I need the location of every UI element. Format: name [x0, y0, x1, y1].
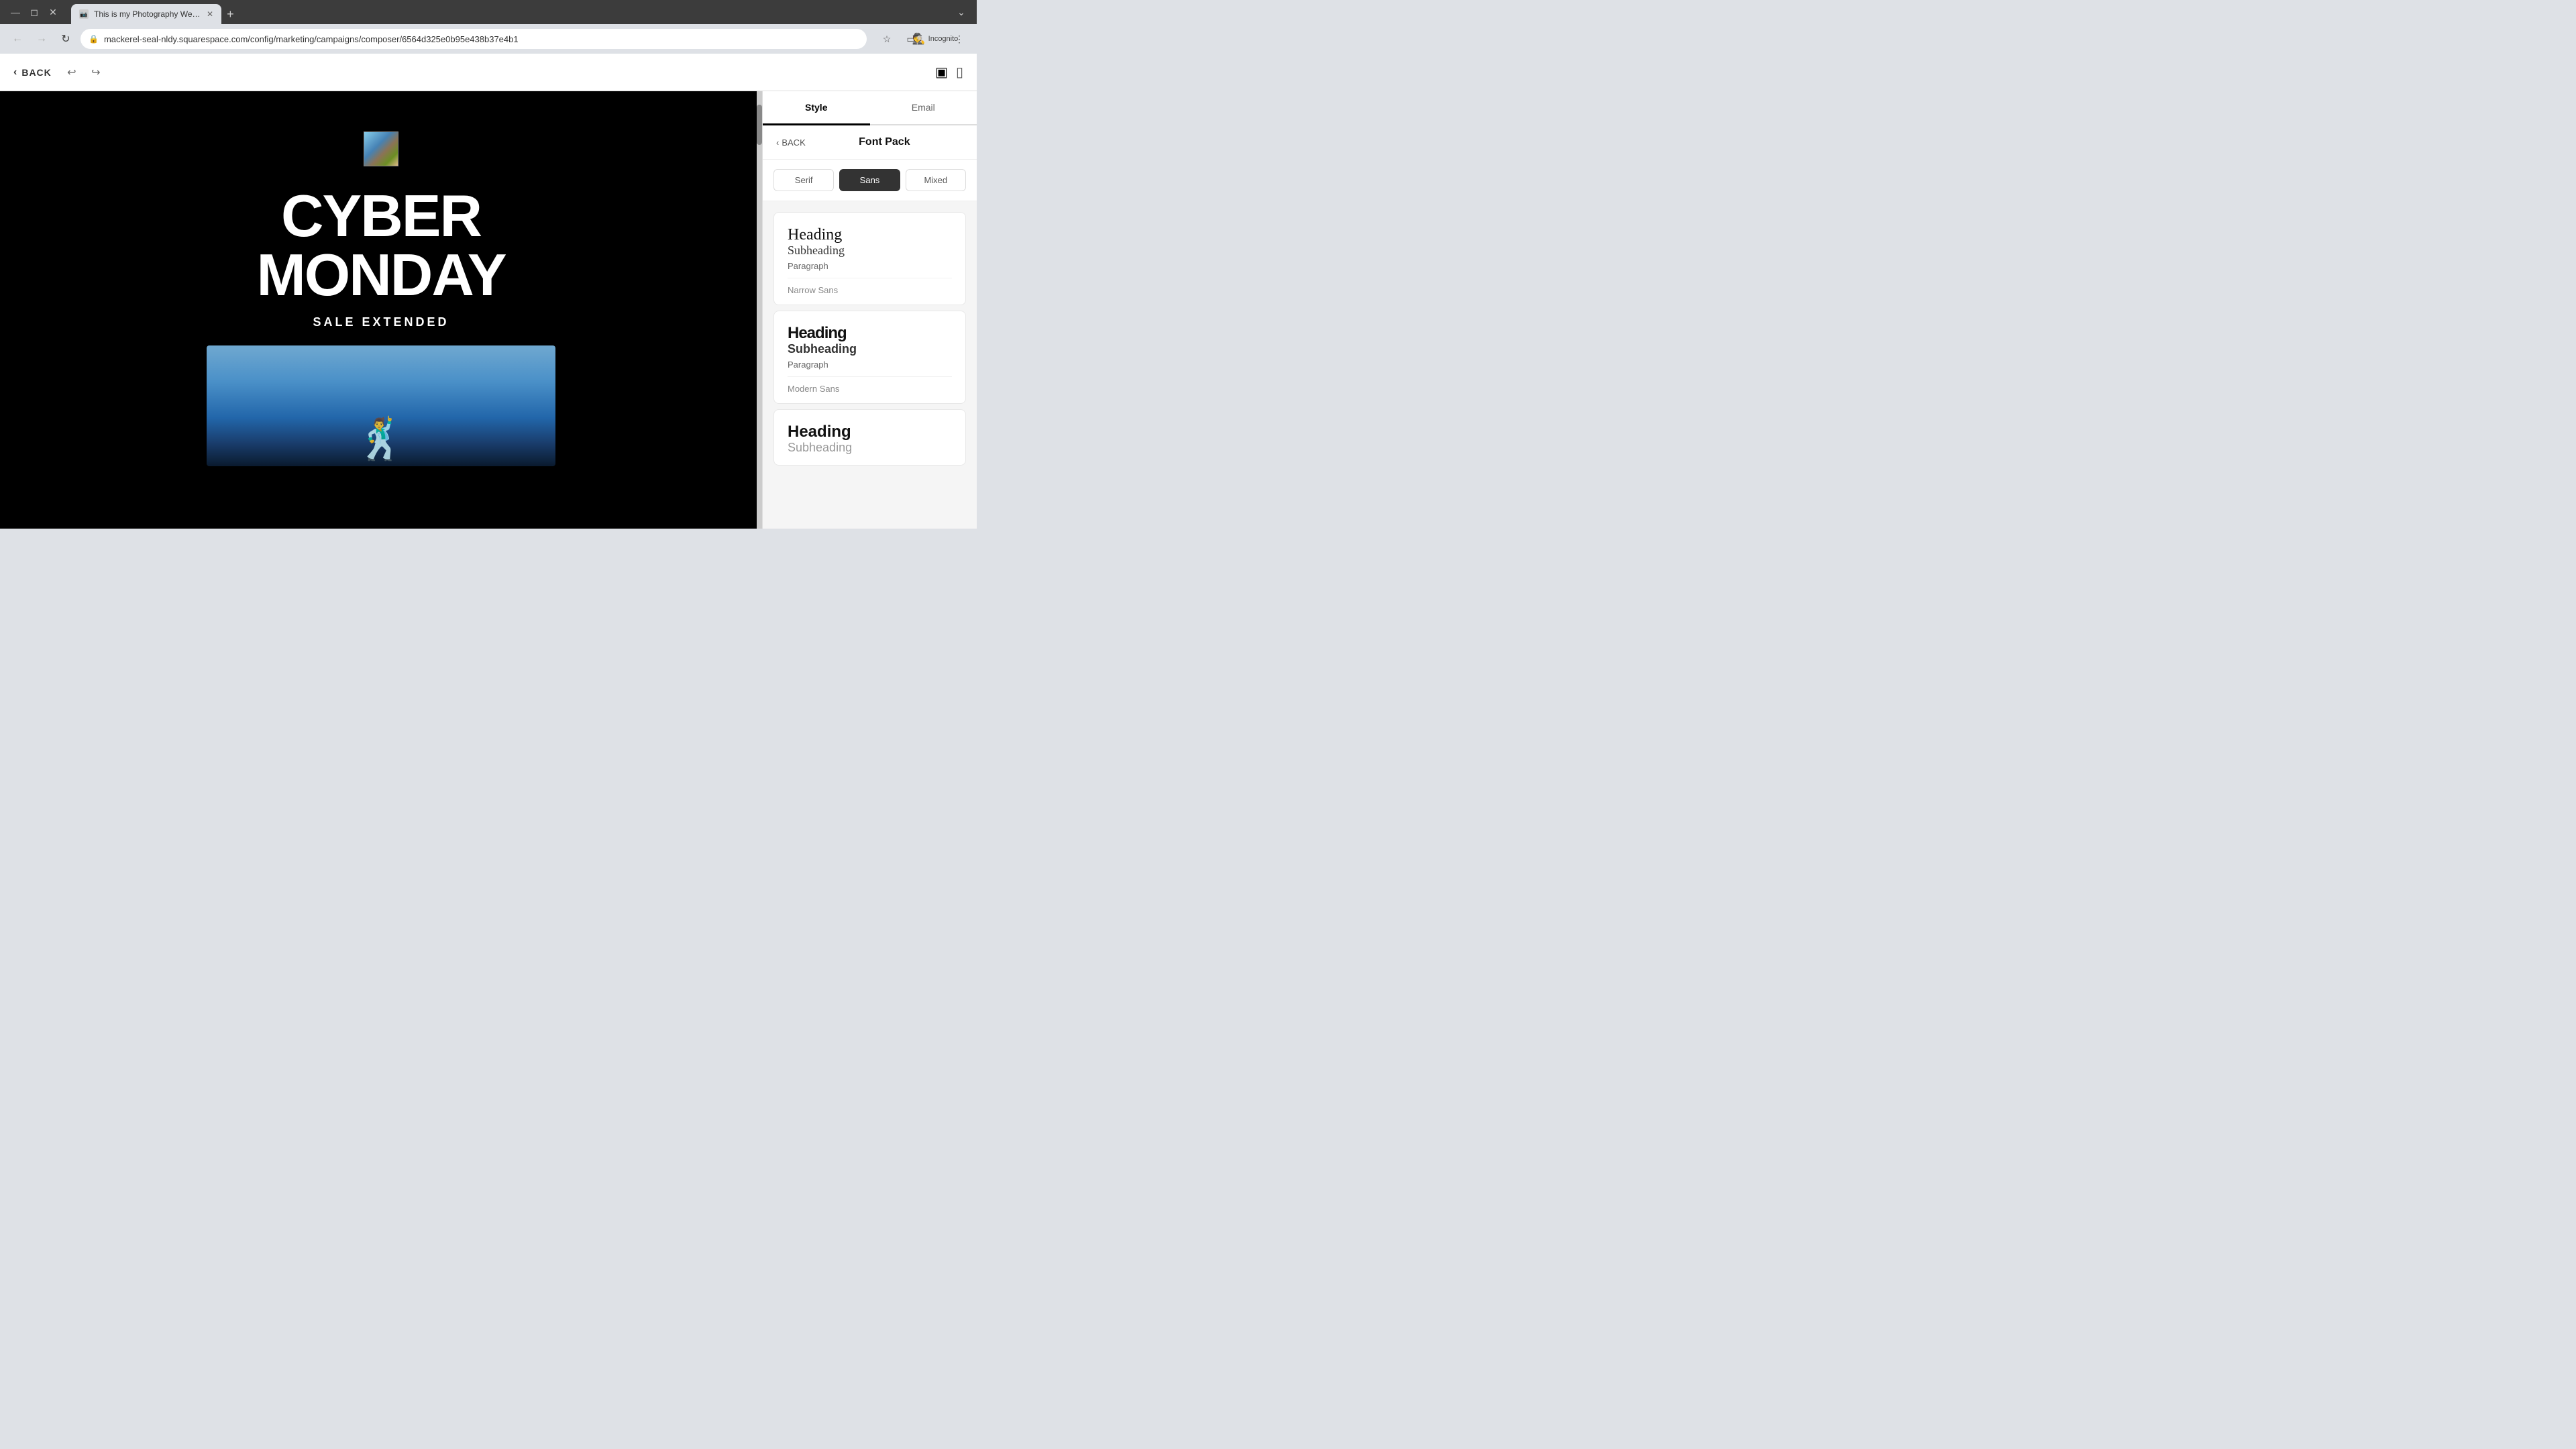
- font-card-name: Narrow Sans: [788, 278, 952, 295]
- minimize-button[interactable]: —: [8, 5, 23, 19]
- profile-button[interactable]: 🕵 Incognito: [926, 30, 945, 48]
- right-panel: Style Email ‹ BACK Font Pack Serif Sans: [762, 91, 977, 529]
- filter-mixed-button[interactable]: Mixed: [906, 169, 966, 191]
- thumbnail-image: [364, 131, 398, 166]
- font-card-subheading: Subheading: [788, 441, 952, 455]
- tab-favicon: 📷: [79, 9, 89, 19]
- url-text: mackerel-seal-nldy.squarespace.com/confi…: [104, 34, 859, 44]
- main-area: CYBER MONDAY SALE EXTENDED 🕺 Style Email: [0, 91, 977, 529]
- new-tab-button[interactable]: +: [221, 4, 239, 24]
- panel-back-label: BACK: [782, 138, 805, 148]
- menu-button[interactable]: ⋮: [950, 30, 969, 48]
- lock-icon: 🔒: [89, 34, 99, 44]
- chevron-down-button[interactable]: ⌄: [954, 5, 969, 19]
- tab-title: This is my Photography Website: [94, 9, 201, 19]
- redo-button[interactable]: ↪: [87, 63, 105, 82]
- dancer-image: 🕺: [207, 345, 555, 466]
- panel-back-chevron-icon: ‹: [776, 138, 779, 148]
- mobile-view-button[interactable]: ▯: [956, 64, 963, 80]
- panel-header: ‹ BACK Font Pack: [763, 125, 977, 160]
- tab-close-button[interactable]: ✕: [207, 9, 213, 19]
- address-bar[interactable]: 🔒 mackerel-seal-nldy.squarespace.com/con…: [80, 29, 867, 49]
- font-card-paragraph: Paragraph: [788, 360, 952, 370]
- desktop-view-button[interactable]: ▣: [935, 64, 948, 80]
- font-card-name: Modern Sans: [788, 376, 952, 394]
- canvas-area: CYBER MONDAY SALE EXTENDED 🕺: [0, 91, 762, 529]
- reload-button[interactable]: ↻: [56, 30, 75, 48]
- font-cards-list: Heading Subheading Paragraph Narrow Sans…: [763, 201, 977, 529]
- back-nav-button[interactable]: ←: [8, 30, 27, 48]
- title-bar: — ◻ ✕ 📷 This is my Photography Website ✕…: [0, 0, 977, 24]
- tab-style[interactable]: Style: [763, 91, 870, 125]
- font-card-classic-sans[interactable]: Heading Subheading: [773, 409, 966, 466]
- undo-button[interactable]: ↩: [62, 63, 81, 82]
- filter-sans-button[interactable]: Sans: [839, 169, 900, 191]
- font-card-modern-sans[interactable]: Heading Subheading Paragraph Modern Sans: [773, 311, 966, 404]
- bookmark-button[interactable]: ☆: [877, 30, 896, 48]
- active-tab[interactable]: 📷 This is my Photography Website ✕: [71, 4, 221, 24]
- cyber-heading: CYBER MONDAY: [256, 186, 505, 305]
- scrollbar-thumb[interactable]: [757, 105, 762, 145]
- nav-icons: ☆ ▭ 🕵 Incognito ⋮: [877, 30, 969, 48]
- font-filter-row: Serif Sans Mixed: [763, 160, 977, 201]
- tab-bar: 📷 This is my Photography Website ✕ +: [71, 0, 949, 24]
- font-card-heading: Heading: [788, 325, 952, 342]
- window-controls: — ◻ ✕: [8, 5, 60, 19]
- incognito-icon: 🕵: [912, 32, 926, 46]
- tab-email[interactable]: Email: [870, 91, 977, 125]
- forward-nav-button[interactable]: →: [32, 30, 51, 48]
- canvas-scrollbar[interactable]: [757, 91, 762, 529]
- canvas-content: CYBER MONDAY SALE EXTENDED 🕺: [0, 91, 762, 529]
- nav-bar: ← → ↻ 🔒 mackerel-seal-nldy.squarespace.c…: [0, 24, 977, 54]
- toolbar-history: ↩ ↪: [62, 63, 105, 82]
- sale-extended-text: SALE EXTENDED: [313, 315, 449, 329]
- back-label: BACK: [21, 67, 51, 78]
- font-card-subheading: Subheading: [788, 244, 952, 258]
- back-button[interactable]: ‹ BACK: [13, 66, 52, 78]
- view-buttons: ▣ ▯: [935, 64, 963, 80]
- font-card-heading: Heading: [788, 423, 952, 441]
- panel-back-button[interactable]: ‹ BACK: [776, 138, 806, 148]
- close-button[interactable]: ✕: [46, 5, 60, 19]
- app-toolbar: ‹ BACK ↩ ↪ ▣ ▯: [0, 54, 977, 91]
- browser-chrome: — ◻ ✕ 📷 This is my Photography Website ✕…: [0, 0, 977, 54]
- dancer-figure: 🕺: [356, 415, 407, 463]
- restore-button[interactable]: ◻: [27, 5, 42, 19]
- font-card-narrow-sans[interactable]: Heading Subheading Paragraph Narrow Sans: [773, 212, 966, 305]
- back-chevron-icon: ‹: [13, 66, 17, 78]
- font-card-subheading: Subheading: [788, 342, 952, 357]
- font-card-heading: Heading: [788, 226, 952, 244]
- filter-serif-button[interactable]: Serif: [773, 169, 834, 191]
- app-container: ‹ BACK ↩ ↪ ▣ ▯ CYBER MONDAY SALE EXTENDE…: [0, 54, 977, 529]
- font-card-paragraph: Paragraph: [788, 261, 952, 271]
- panel-title: Font Pack: [806, 136, 963, 148]
- panel-tabs: Style Email: [763, 91, 977, 125]
